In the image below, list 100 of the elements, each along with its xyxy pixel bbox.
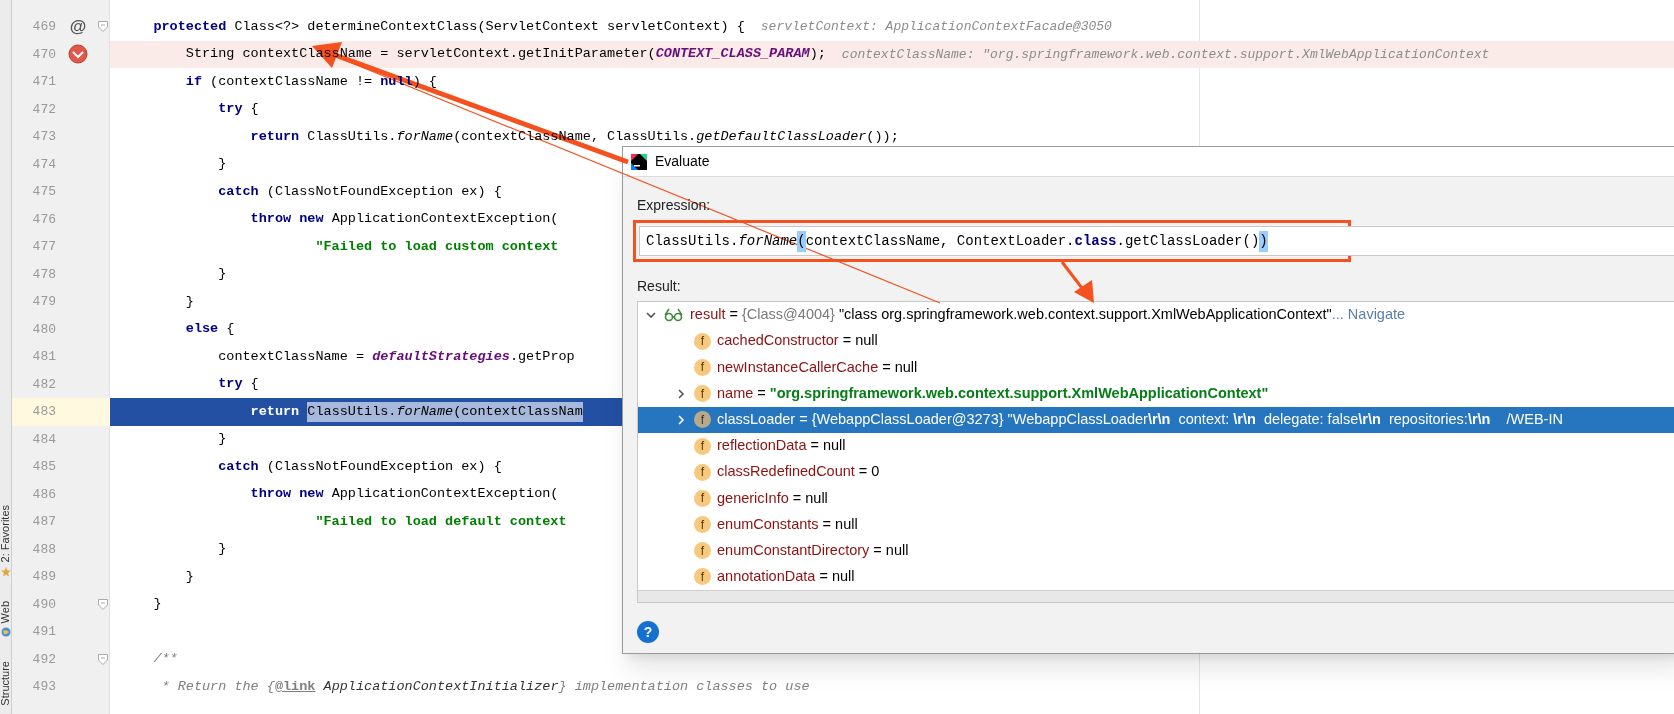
code-text: throw new <box>250 485 324 504</box>
navigate-link[interactable]: ... Navigate <box>1331 304 1406 326</box>
inline-value-hint: contextClassName: "org.springframework.web.context.support.XmlWebApplicationContext <box>841 45 1490 64</box>
override-marker[interactable]: @ <box>69 14 87 40</box>
variable-value: = null <box>791 488 828 508</box>
code-text: (contextClassName != <box>209 72 374 91</box>
globe-icon <box>0 627 11 638</box>
line-number: 473 <box>32 128 56 146</box>
code-text: } implementation classes to use <box>558 677 810 696</box>
variable-name: classLoader <box>717 409 796 429</box>
variable-value: = null <box>821 514 858 534</box>
line-number: 490 <box>32 595 56 614</box>
code-text: { <box>225 320 235 339</box>
tree-row[interactable]: f cachedConstructor = null <box>638 328 1674 355</box>
code-text: try <box>218 375 243 394</box>
tree-row[interactable]: f genericInfo = null <box>638 485 1674 512</box>
glasses-icon <box>664 308 684 323</box>
code-text: @link <box>274 677 316 696</box>
code-text: forName <box>396 127 454 146</box>
variable-value: "org.springframework.web.context.support.XmlWebApplicationContext" <box>769 383 1269 403</box>
code-text: "Failed to load custom context <box>315 237 559 256</box>
variable-value: "class org.springframework.web.context.support.XmlWebApplicationContext" <box>838 305 1332 325</box>
variable-name: cachedConstructor <box>717 331 839 351</box>
line-number: 491 <box>32 623 56 641</box>
tree-row[interactable]: f classLoader = {WebappClassLoader@3273} "WebappClassLoader\r\n context: \r\n delegate: false\r\n repositories:\r\n /WEB-IN <box>638 406 1674 433</box>
variable-name: newInstanceCallerCache <box>717 357 879 377</box>
tree-row[interactable]: f classRedefinedCount = 0 <box>638 459 1674 486</box>
code-text: } <box>218 430 227 449</box>
code-text: .getProp <box>509 347 575 366</box>
code-text: forName <box>396 401 454 422</box>
code-text: /** <box>153 650 178 669</box>
variable-value: = null <box>881 357 918 377</box>
line-number: 493 <box>32 678 56 696</box>
variable-name: name <box>717 383 754 403</box>
tree-row[interactable]: f enumConstants = null <box>638 511 1674 538</box>
code-text: { <box>249 100 259 119</box>
line-number: 471 <box>32 73 56 91</box>
variable-value: = <box>756 383 767 403</box>
code-text: try <box>218 100 243 119</box>
code-text: getDefaultClassLoader <box>696 127 867 146</box>
variable-value: = null <box>872 540 909 560</box>
code-text: ApplicationContextInitializer <box>322 677 559 696</box>
variable-value: {WebappClassLoader@3273} <box>811 409 1005 429</box>
field-icon: f <box>694 332 711 350</box>
inline-value-hint: servletContext: ApplicationContextFacade@3050 <box>760 18 1112 36</box>
variable-value: = null <box>841 331 878 351</box>
code-text: defaultStrategies <box>372 347 510 366</box>
field-icon: f <box>694 385 711 403</box>
result-label: Result: <box>637 277 681 296</box>
side-tab[interactable]: Web <box>0 600 11 624</box>
code-text: Class<?> determineContextClass(ServletContext servletContext) { <box>233 17 745 36</box>
line-number: 478 <box>32 265 56 284</box>
field-icon: f <box>694 516 711 534</box>
tree-row[interactable]: f enumConstantDirectory = null <box>638 537 1674 564</box>
line-number: 479 <box>32 293 56 311</box>
side-tab[interactable]: 2: Favorites <box>0 505 11 563</box>
code-text: } <box>185 567 194 586</box>
line-number: 469 <box>32 18 56 36</box>
tree-row[interactable]: f newInstanceCallerCache = null <box>638 354 1674 381</box>
help-button[interactable]: ? <box>637 621 659 643</box>
variable-name: enumConstants <box>717 514 819 534</box>
tree-row[interactable]: f annotationData = null <box>638 563 1674 591</box>
variable-name: annotationData <box>717 567 816 587</box>
tree-row[interactable]: result = {Class@4004} "class org.springframework.web.context.support.XmlWebApplicationContext"... Navigate <box>638 302 1674 329</box>
code-text: } <box>218 265 227 284</box>
horizontal-scrollbar[interactable] <box>638 590 1674 602</box>
chevron-right-icon <box>675 413 687 426</box>
app-icon <box>631 153 647 170</box>
line-number: 476 <box>32 210 56 229</box>
code-text: ClassUtils. <box>307 401 397 422</box>
variable-name: result <box>690 305 726 325</box>
variable-name: enumConstantDirectory <box>717 540 870 560</box>
field-icon: f <box>694 568 711 586</box>
variable-value: = <box>728 305 739 325</box>
variable-value: = null <box>809 436 846 456</box>
tree-row[interactable]: f name = "org.springframework.web.context.support.XmlWebApplicationContext" <box>638 380 1674 407</box>
line-number: 484 <box>32 430 56 449</box>
field-icon: f <box>694 358 711 376</box>
code-text: } <box>185 292 194 311</box>
code-text: return <box>250 402 301 421</box>
line-number: 477 <box>32 238 56 256</box>
variable-value: = 0 <box>857 462 880 482</box>
code-text: (ClassNotFoundException ex) { <box>265 457 502 476</box>
variable-name: genericInfo <box>717 488 789 508</box>
line-number: 492 <box>32 650 56 669</box>
variable-value: = null <box>818 567 855 587</box>
line-number: 480 <box>32 320 56 339</box>
code-text: (ClassNotFoundException ex) { <box>265 182 502 201</box>
tree-row[interactable]: f reflectionData = null <box>638 432 1674 460</box>
code-text: * Return the { <box>161 677 275 696</box>
code-text: "Failed to load default context <box>315 512 567 531</box>
variable-name: classRedefinedCount <box>717 462 855 482</box>
code-text: else <box>185 320 219 339</box>
chevron-right-icon <box>675 387 687 400</box>
code-text: ) { <box>412 72 437 91</box>
code-text: protected <box>153 17 227 36</box>
variable-value: "WebappClassLoader\r\n context: \r\n delegate: false\r\n repositories:\r\n /WEB-IN <box>1007 409 1563 429</box>
line-number: 474 <box>32 155 56 174</box>
side-tab[interactable]: Structure <box>0 661 11 706</box>
line-number: 488 <box>32 540 56 559</box>
